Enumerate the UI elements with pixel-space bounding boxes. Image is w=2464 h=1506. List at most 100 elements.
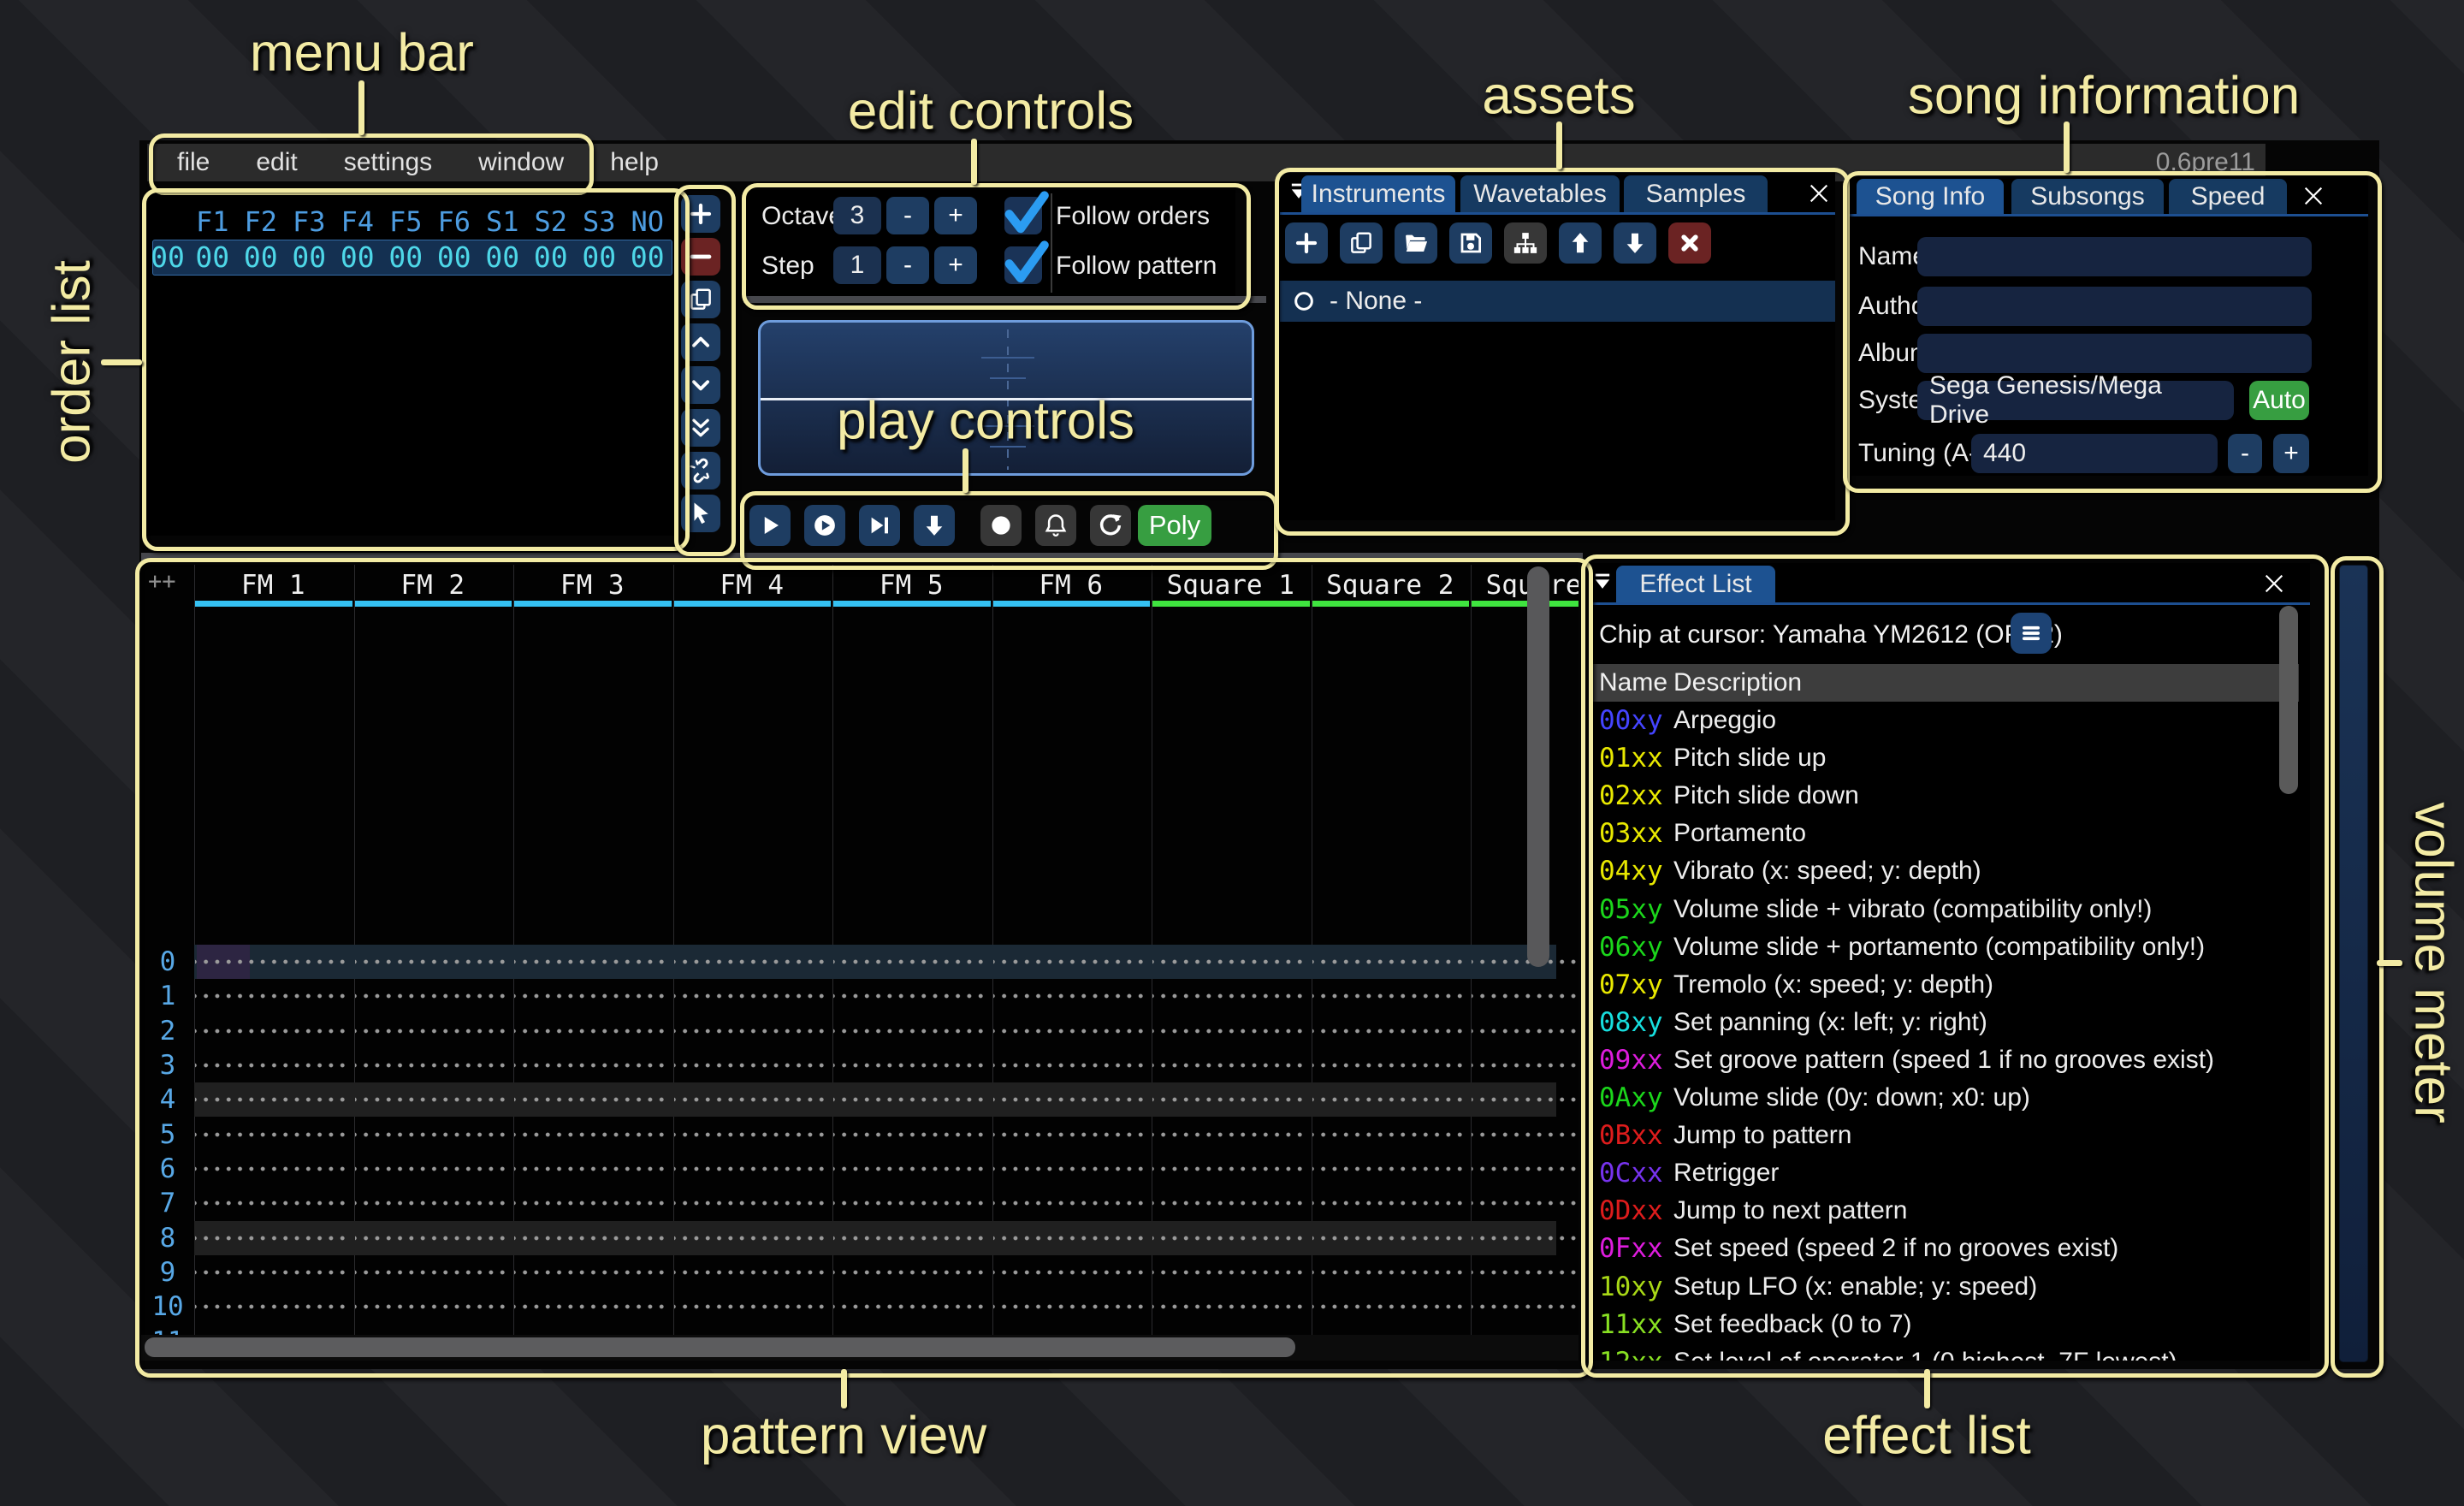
- collapse-icon[interactable]: [1590, 572, 1614, 596]
- metronome-button[interactable]: [1035, 505, 1076, 546]
- close-icon[interactable]: [1805, 180, 1833, 207]
- pattern-cell[interactable]: [993, 979, 1146, 1013]
- pattern-cell[interactable]: [1312, 1290, 1466, 1324]
- pattern-cell[interactable]: [674, 1048, 827, 1082]
- pattern-cell[interactable]: [514, 1255, 667, 1290]
- tuning-field[interactable]: 440: [1971, 434, 2218, 473]
- save-asset-button[interactable]: [1449, 222, 1492, 264]
- pattern-cell[interactable]: [1152, 1290, 1306, 1324]
- close-icon[interactable]: [2300, 182, 2327, 210]
- pattern-row[interactable]: 10: [141, 1290, 1578, 1324]
- octave-value[interactable]: 3: [833, 197, 881, 234]
- effect-row[interactable]: 0BxxJump to pattern: [1589, 1117, 2310, 1154]
- pattern-row[interactable]: 6: [141, 1152, 1578, 1186]
- system-auto-button[interactable]: Auto: [2249, 381, 2309, 420]
- pattern-cell[interactable]: [833, 1290, 986, 1324]
- pattern-cell[interactable]: [1472, 1221, 1578, 1255]
- pattern-cell[interactable]: [195, 1255, 348, 1290]
- move-asset-up-button[interactable]: [1559, 222, 1602, 264]
- effect-row[interactable]: 01xxPitch slide up: [1589, 739, 2310, 777]
- duplicate-order-end-button[interactable]: [681, 409, 720, 447]
- add-order-button[interactable]: [681, 195, 720, 233]
- pattern-cell[interactable]: [993, 1290, 1146, 1324]
- tab-instruments[interactable]: Instruments: [1301, 175, 1455, 212]
- tab-effect-list[interactable]: Effect List: [1616, 566, 1775, 602]
- pattern-cell[interactable]: [1312, 1255, 1466, 1290]
- pattern-cell[interactable]: [1472, 979, 1578, 1013]
- pattern-cell[interactable]: [993, 1118, 1146, 1152]
- menu-item-help[interactable]: help: [587, 144, 682, 181]
- pattern-cell[interactable]: [195, 1290, 348, 1324]
- pattern-cell[interactable]: [1152, 1118, 1306, 1152]
- pattern-cell[interactable]: [514, 1186, 667, 1220]
- effect-row[interactable]: 0CxxRetrigger: [1589, 1154, 2310, 1192]
- pattern-cell[interactable]: [833, 979, 986, 1013]
- instrument-list-item[interactable]: - None -: [1280, 281, 1835, 322]
- pattern-row[interactable]: 4: [141, 1082, 1578, 1117]
- channel-header-fm-6[interactable]: FM 6: [992, 570, 1151, 597]
- pattern-cell[interactable]: [1472, 1255, 1578, 1290]
- menu-item-file[interactable]: file: [154, 144, 233, 181]
- move-asset-down-button[interactable]: [1614, 222, 1656, 264]
- order-cell[interactable]: 00: [237, 240, 286, 276]
- name-field[interactable]: [1917, 237, 2312, 276]
- pattern-cell[interactable]: [1312, 1118, 1466, 1152]
- pattern-cell[interactable]: [674, 1221, 827, 1255]
- pattern-cell[interactable]: [1312, 1221, 1466, 1255]
- pattern-cell[interactable]: [674, 1152, 827, 1186]
- pattern-cell[interactable]: [1312, 1186, 1466, 1220]
- pattern-cell[interactable]: [195, 1186, 348, 1220]
- tuning-plus-button[interactable]: +: [2273, 434, 2309, 473]
- pattern-cell[interactable]: [195, 1082, 348, 1117]
- order-row[interactable]: 0000000000000000000000: [147, 240, 672, 276]
- order-cell[interactable]: 00: [527, 240, 576, 276]
- effect-row[interactable]: 04xyVibrato (x: speed; y: depth): [1589, 852, 2310, 890]
- pattern-cell[interactable]: [1312, 1082, 1466, 1117]
- pattern-cell[interactable]: [833, 1255, 986, 1290]
- pattern-cell[interactable]: [833, 1221, 986, 1255]
- pattern-cell[interactable]: [674, 1290, 827, 1324]
- stop-button[interactable]: [980, 505, 1022, 546]
- effect-row[interactable]: 03xxPortamento: [1589, 815, 2310, 852]
- pattern-cell[interactable]: [195, 1014, 348, 1048]
- pattern-row[interactable]: 0: [141, 945, 1578, 979]
- pattern-cell[interactable]: [514, 979, 667, 1013]
- pattern-cell[interactable]: [833, 1048, 986, 1082]
- pattern-cell[interactable]: [1472, 945, 1578, 979]
- pattern-cell[interactable]: [993, 1082, 1146, 1117]
- order-cell[interactable]: 00: [430, 240, 479, 276]
- order-cell[interactable]: 00: [478, 240, 527, 276]
- pattern-cell[interactable]: [833, 1082, 986, 1117]
- close-icon[interactable]: [2260, 570, 2288, 597]
- pattern-cell[interactable]: [674, 1186, 827, 1220]
- pattern-cell[interactable]: [355, 1255, 508, 1290]
- pattern-cell[interactable]: [674, 1118, 827, 1152]
- pattern-cell[interactable]: [993, 945, 1146, 979]
- pattern-cell[interactable]: [674, 979, 827, 1013]
- tab-song-info[interactable]: Song Info: [1857, 179, 2004, 214]
- pattern-cell[interactable]: [993, 1048, 1146, 1082]
- effect-row[interactable]: 07xyTremolo (x: speed; y: depth): [1589, 966, 2310, 1004]
- pattern-cell[interactable]: [1152, 1255, 1306, 1290]
- pattern-cell[interactable]: [833, 1186, 986, 1220]
- channel-header-fm-2[interactable]: FM 2: [354, 570, 512, 597]
- pattern-cell[interactable]: [355, 945, 508, 979]
- pattern-cell[interactable]: [355, 1048, 508, 1082]
- pattern-vertical-scrollbar[interactable]: [1527, 566, 1549, 967]
- tuning-minus-button[interactable]: -: [2228, 434, 2262, 473]
- channel-header-fm-5[interactable]: FM 5: [832, 570, 991, 597]
- pattern-cell[interactable]: [833, 1118, 986, 1152]
- pattern-cell[interactable]: [1152, 1014, 1306, 1048]
- effect-row[interactable]: 00xyArpeggio: [1589, 702, 2310, 739]
- step-value[interactable]: 1: [833, 246, 881, 284]
- menu-item-edit[interactable]: edit: [233, 144, 320, 181]
- delete-asset-button[interactable]: [1668, 222, 1711, 264]
- pattern-row[interactable]: 2: [141, 1014, 1578, 1048]
- pattern-cell[interactable]: [1152, 1186, 1306, 1220]
- pattern-row[interactable]: 3: [141, 1048, 1578, 1082]
- author-field[interactable]: [1917, 287, 2312, 326]
- duplicate-order-button[interactable]: [681, 281, 720, 318]
- octave-minus-button[interactable]: -: [886, 197, 929, 234]
- duplicate-asset-button[interactable]: [1340, 222, 1383, 264]
- effect-row[interactable]: 10xySetup LFO (x: enable; y: speed): [1589, 1268, 2310, 1306]
